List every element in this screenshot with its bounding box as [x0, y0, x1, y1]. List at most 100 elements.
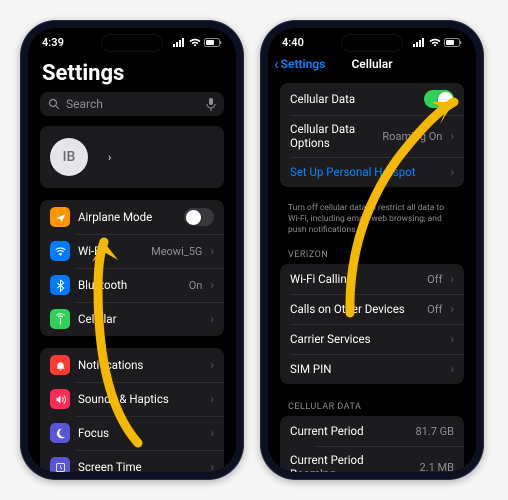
row-value: Off	[427, 303, 442, 316]
row-cellular-data[interactable]: Cellular Data	[280, 83, 464, 115]
row-carrier[interactable]: Carrier Services›	[280, 324, 464, 354]
sounds-icon	[50, 389, 70, 409]
cellular-icon	[50, 309, 70, 329]
wifi-icon	[50, 241, 70, 261]
status-time: 4:39	[42, 36, 82, 49]
chevron-right-icon: ›	[210, 244, 214, 258]
chevron-right-icon: ›	[210, 358, 214, 372]
row-notifications[interactable]: Notifications ›	[40, 348, 224, 382]
row-value: 2.1 MB	[420, 461, 454, 472]
row-calls-other[interactable]: Calls on Other Devices Off ›	[280, 294, 464, 324]
row-focus[interactable]: Focus ›	[40, 416, 224, 450]
search-placeholder: Search	[66, 97, 103, 111]
chevron-right-icon: ›	[450, 272, 454, 286]
row-label: Bluetooth	[78, 278, 127, 292]
row-label: Set Up Personal Hotspot	[290, 165, 415, 179]
settings-group: Current Period 81.7 GB Current Period Roam…	[280, 416, 464, 472]
row-label: Airplane Mode	[78, 210, 152, 224]
row-current-period[interactable]: Current Period 81.7 GB	[280, 416, 464, 446]
mic-icon[interactable]	[206, 98, 216, 111]
screentime-icon	[50, 457, 70, 472]
row-sim-pin[interactable]: SIM PIN›	[280, 354, 464, 384]
cellular-top-group: Cellular Data Cellular Data Options Roamin…	[280, 83, 464, 187]
profile-group: IB ›	[40, 126, 224, 188]
focus-icon	[50, 423, 70, 443]
notifications-icon	[50, 355, 70, 375]
chevron-right-icon: ›	[108, 151, 111, 164]
settings-group: Wi-Fi Calling Off › Calls on Other Devices O…	[280, 264, 464, 384]
airplane-icon	[50, 207, 70, 227]
row-label: Notifications	[78, 358, 143, 372]
avatar: IB	[50, 138, 88, 176]
back-button[interactable]: ‹ Settings	[274, 55, 325, 73]
chevron-right-icon: ›	[450, 362, 454, 376]
status-icons	[173, 38, 222, 47]
row-wifi-calling[interactable]: Wi-Fi Calling Off ›	[280, 264, 464, 294]
row-wifi[interactable]: Wi-Fi Meowi_5G ›	[40, 234, 224, 268]
row-label: Focus	[78, 426, 109, 440]
row-label: Wi-Fi Calling	[290, 272, 353, 286]
chevron-right-icon: ›	[450, 129, 454, 143]
battery-icon	[204, 38, 222, 47]
row-cellular[interactable]: Cellular ›	[40, 302, 224, 336]
page-title: Settings	[28, 51, 236, 92]
section-footer: Turn off cellular data to restrict all d…	[268, 199, 476, 244]
row-bluetooth[interactable]: Bluetooth On ›	[40, 268, 224, 302]
back-label: Settings	[281, 57, 326, 71]
row-airplane[interactable]: Airplane Mode	[40, 200, 224, 234]
row-label: Cellular Data	[290, 92, 355, 106]
row-value: 81.7 GB	[415, 425, 454, 438]
settings-group: Airplane ModeWi-FiMeowi_5G›BluetoothOn›C…	[40, 200, 224, 336]
settings-group: Notifications›Sounds & Haptics›Focus›Scr…	[40, 348, 224, 472]
row-label: Current Period	[290, 424, 364, 438]
row-value: Roaming On	[382, 130, 442, 143]
phone-left: 4:39 Settings Search IB › Airplane Mode W…	[20, 20, 244, 480]
search-field[interactable]: Search	[40, 92, 224, 116]
toggle[interactable]	[424, 90, 454, 108]
wifi-icon	[429, 38, 441, 47]
row-label: Cellular Data Options	[290, 122, 355, 150]
signal-icon	[173, 38, 186, 47]
chevron-right-icon: ›	[450, 302, 454, 316]
section-header: CELLULAR DATA	[268, 396, 476, 416]
screen-right: 4:40 ‹ Settings Cellular Cellular DataCe…	[268, 28, 476, 472]
row-label: Wi-Fi	[78, 244, 103, 258]
row-label: Current Period Roaming	[290, 453, 364, 472]
row-value: Off	[427, 273, 442, 286]
dynamic-island	[101, 34, 163, 52]
section-header: VERIZON	[268, 244, 476, 264]
row-hotspot[interactable]: Set Up Personal Hotspot ›	[280, 157, 464, 187]
row-cellular-options[interactable]: Cellular Data Options Roaming On ›	[280, 115, 464, 157]
toggle[interactable]	[184, 208, 214, 226]
row-label: Screen Time	[78, 460, 142, 472]
status-time: 4:40	[282, 36, 322, 49]
search-icon	[48, 98, 60, 110]
row-label: Carrier Services	[290, 332, 371, 346]
status-icons	[413, 38, 462, 47]
row-label: Sounds & Haptics	[78, 392, 169, 406]
phone-right: 4:40 ‹ Settings Cellular Cellular DataCe…	[260, 20, 484, 480]
signal-icon	[413, 38, 426, 47]
row-screentime[interactable]: Screen Time ›	[40, 450, 224, 472]
bluetooth-icon	[50, 275, 70, 295]
row-current-roaming[interactable]: Current Period Roaming 2.1 MB	[280, 446, 464, 472]
chevron-right-icon: ›	[210, 426, 214, 440]
chevron-left-icon: ‹	[274, 55, 279, 73]
row-sounds[interactable]: Sounds & Haptics ›	[40, 382, 224, 416]
row-value: On	[189, 279, 203, 292]
row-label: Calls on Other Devices	[290, 302, 405, 316]
chevron-right-icon: ›	[210, 278, 214, 292]
chevron-right-icon: ›	[210, 460, 214, 472]
chevron-right-icon: ›	[210, 392, 214, 406]
dynamic-island	[341, 34, 403, 52]
nav-header: ‹ Settings Cellular	[268, 51, 476, 77]
row-label: Cellular	[78, 312, 116, 326]
chevron-right-icon: ›	[210, 312, 214, 326]
chevron-right-icon: ›	[450, 165, 454, 179]
profile-row[interactable]: IB ›	[40, 126, 224, 188]
screen-left: 4:39 Settings Search IB › Airplane Mode W…	[28, 28, 236, 472]
row-value: Meowi_5G	[151, 245, 202, 258]
battery-icon	[444, 38, 462, 47]
nav-title: Cellular	[351, 57, 392, 71]
wifi-icon	[189, 38, 201, 47]
